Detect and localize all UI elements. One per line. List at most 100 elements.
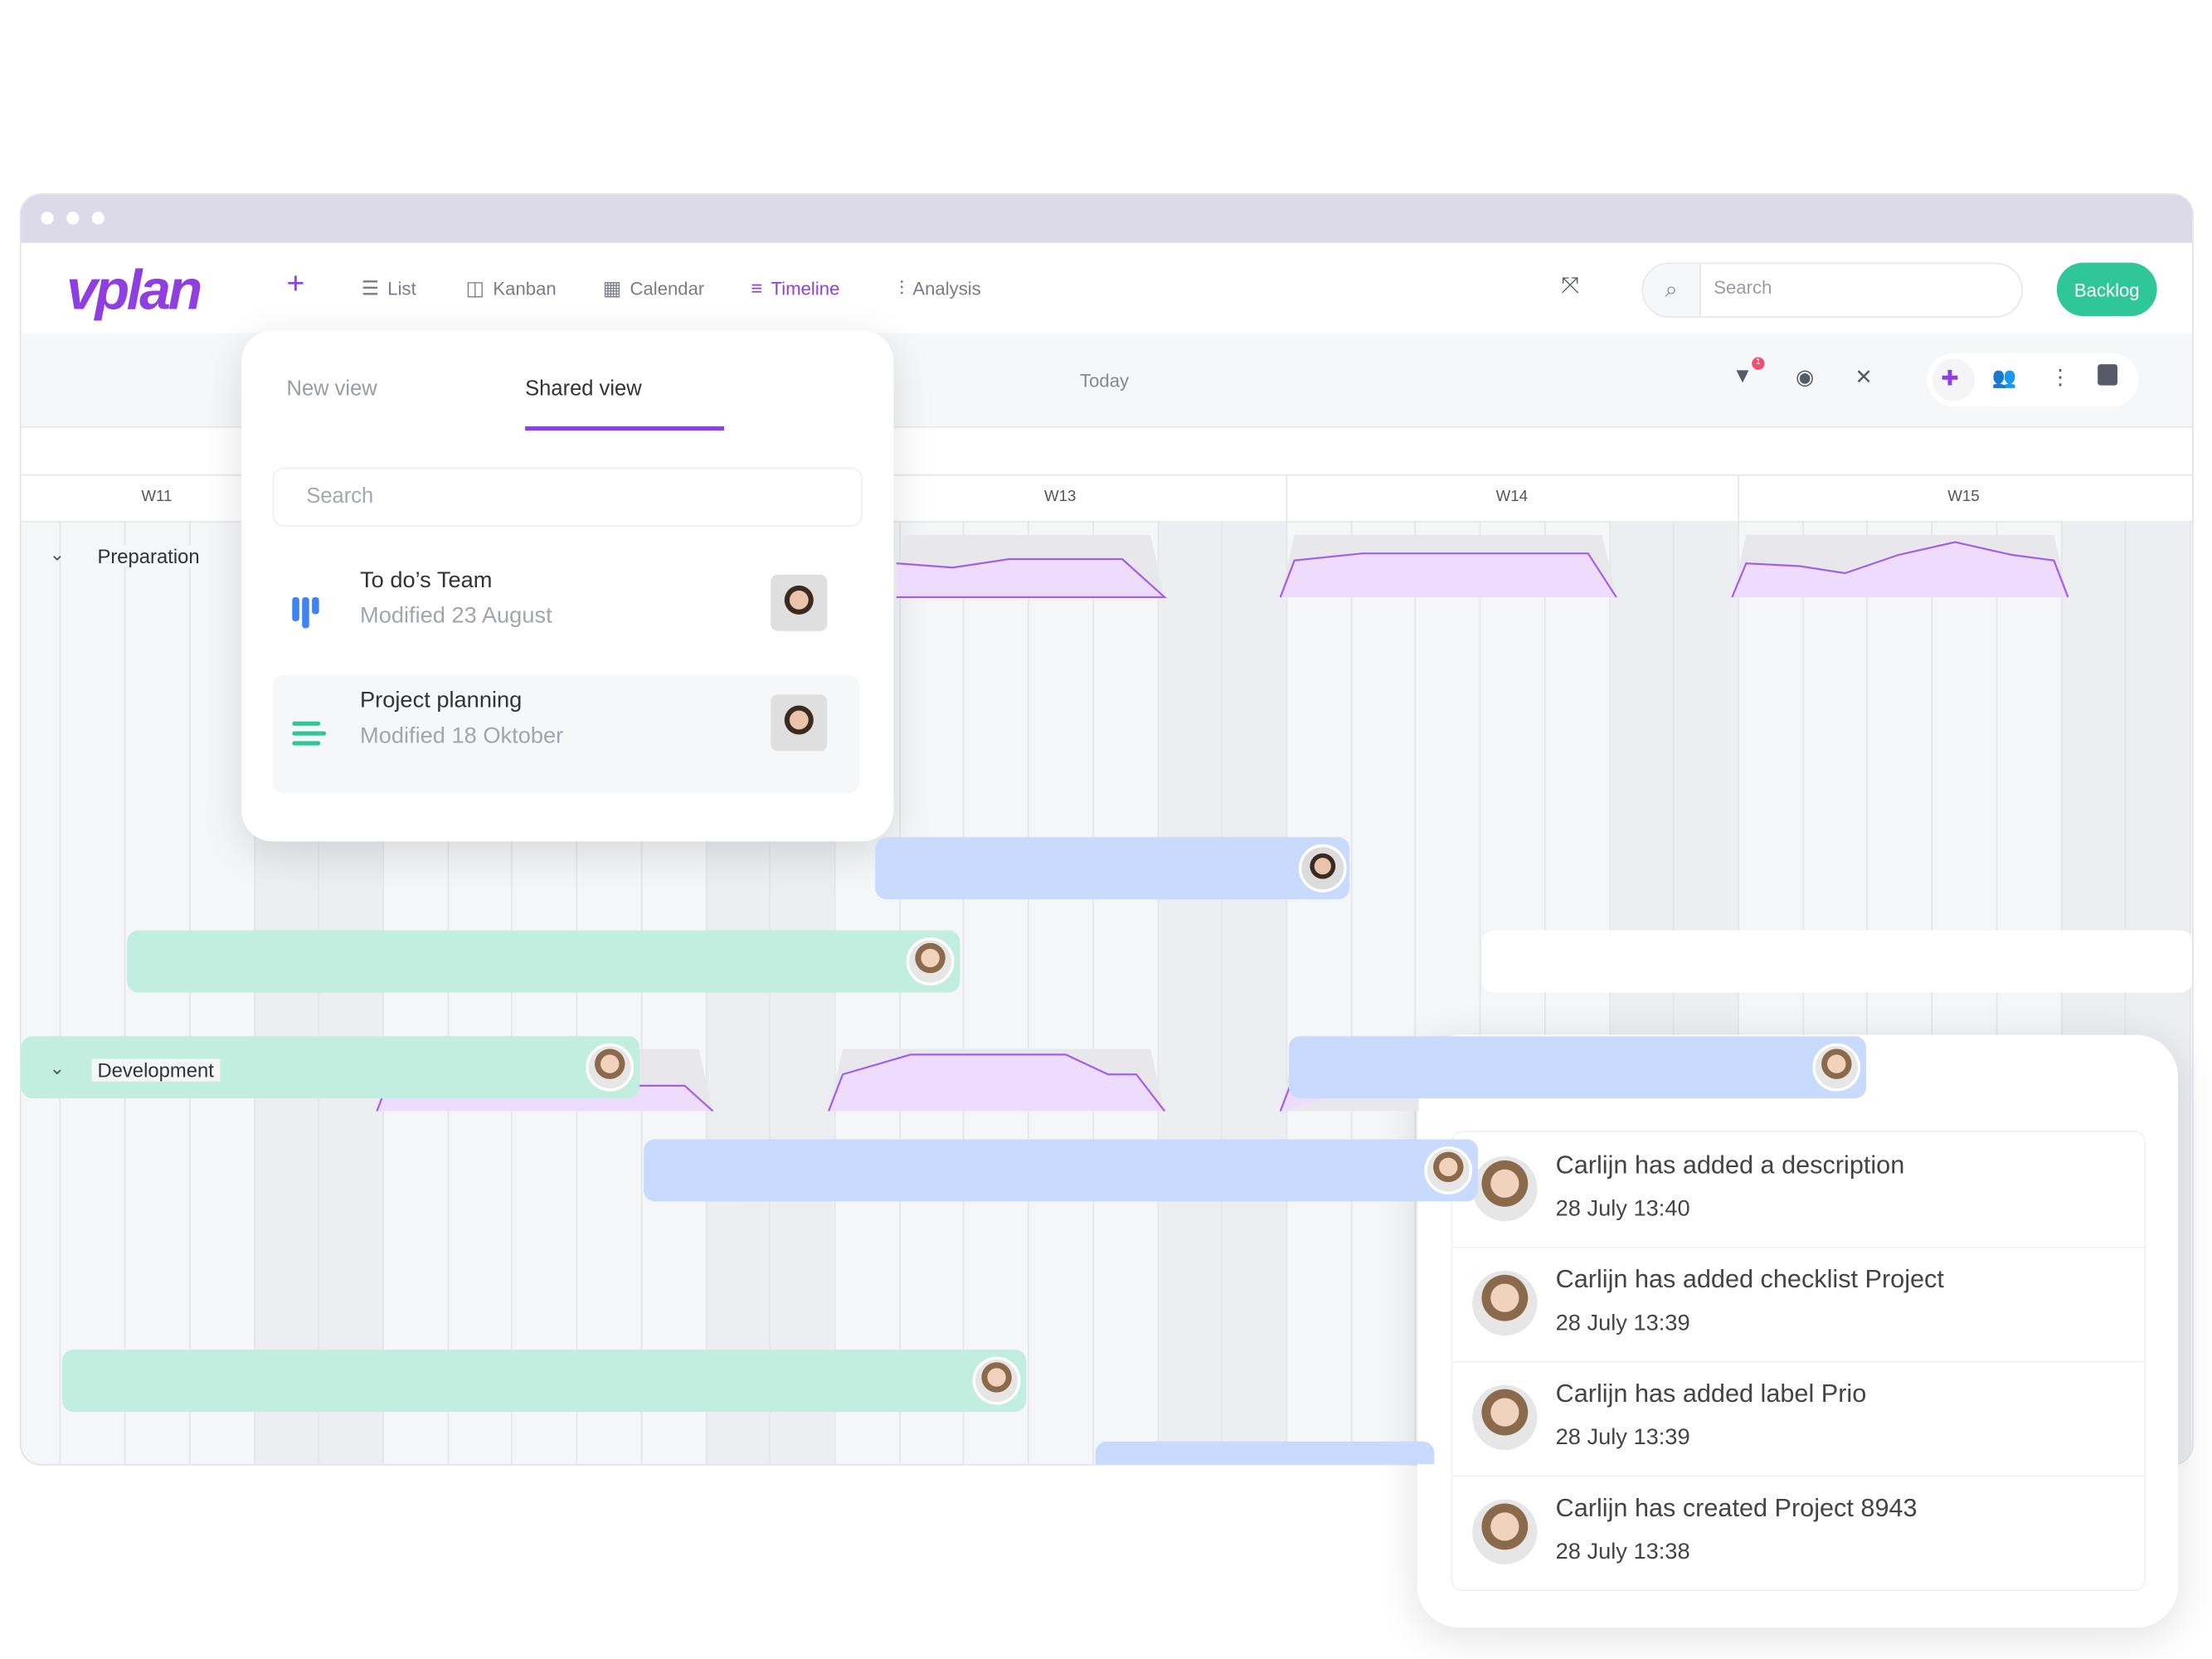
event-item[interactable]: Carlijn has added a description 28 July 1… [1452, 1132, 2145, 1248]
group-row-preparation: ⌄ Preparation [22, 521, 360, 595]
nav-label: Timeline [771, 277, 840, 299]
day-gridline [1286, 521, 1288, 1464]
avatar [1298, 844, 1347, 893]
chevron-down-icon[interactable]: ⌄ [50, 1058, 66, 1080]
popup-search-input[interactable] [303, 483, 846, 510]
nav-list[interactable]: ☰ List [362, 277, 416, 301]
view-item[interactable]: To do’s Team Modified 23 August [272, 555, 859, 674]
avatar [972, 1356, 1021, 1405]
events-panel: Events Carlijn has added a description28… [1417, 1034, 2179, 1628]
nav-timeline[interactable]: ≡ Timeline [751, 277, 839, 299]
group-label[interactable]: Development [91, 1058, 220, 1082]
nav-analysis[interactable]: ⫶ Analysis [899, 277, 981, 301]
week-label: W15 [1947, 488, 1980, 506]
day-gridline [60, 521, 61, 1464]
nav-label: Kanban [493, 278, 557, 299]
event-item[interactable]: Carlijn has added checklist Project 28 Ju… [1452, 1247, 2145, 1363]
task-bar[interactable] [127, 930, 960, 993]
task-bar[interactable] [1288, 1036, 1867, 1099]
day-gridline [1092, 521, 1094, 1464]
nav-kanban[interactable]: ◫ Kanban [466, 277, 557, 301]
active-tab-indicator [525, 426, 725, 431]
more-vertical-icon[interactable]: ⋮ [2049, 364, 2071, 390]
view-modified: Modified 23 August [360, 604, 552, 629]
task-bar[interactable] [1482, 930, 2193, 993]
nav-label: List [387, 278, 416, 299]
logo: vplan [66, 260, 202, 323]
event-item[interactable]: Carlijn has created Project 8943 28 July … [1452, 1476, 2144, 1590]
tab-shared-view[interactable]: Shared view [525, 377, 641, 401]
task-bar[interactable] [1095, 1441, 1435, 1464]
view-item[interactable]: Project planning Modified 18 Oktober [272, 674, 860, 794]
task-bar[interactable] [644, 1139, 1478, 1202]
event-time: 28 July 13:39 [1555, 1426, 1690, 1450]
eye-icon[interactable]: ◉ [1796, 364, 1814, 390]
event-time: 28 July 13:39 [1555, 1311, 1690, 1336]
team-settings-icon[interactable]: 👥 [1992, 366, 2017, 390]
week-label: W14 [1495, 488, 1529, 506]
day-gridline [1028, 521, 1029, 1464]
day-gridline [124, 521, 126, 1464]
avatar [906, 937, 955, 985]
tab-new-view[interactable]: New view [287, 377, 377, 401]
window-dot[interactable] [91, 212, 105, 225]
top-bar: vplan + ☰ List ◫ Kanban ▦ Calendar ≡ Timelin… [21, 242, 2193, 333]
chevron-down-icon[interactable]: ⌄ [50, 543, 66, 566]
today-button[interactable]: Today [1080, 370, 1129, 392]
task-bar[interactable] [875, 837, 1350, 900]
avatar [1812, 1043, 1861, 1092]
fullscreen-icon[interactable]: ⤧ [1561, 274, 1579, 299]
nav-calendar[interactable]: ▦ Calendar [603, 277, 705, 301]
events-list: Carlijn has added a description 28 July 1… [1451, 1131, 2146, 1592]
task-bar[interactable] [61, 1350, 1027, 1412]
event-item[interactable]: Carlijn has added label Prio 28 July 13:3… [1452, 1361, 2145, 1477]
view-modified: Modified 18 Oktober [360, 724, 564, 749]
tools-icon[interactable]: ✕ [1855, 364, 1872, 390]
view-title: Project planning [360, 688, 523, 713]
popup-caret [282, 313, 311, 332]
filter-badge: 1 [1752, 357, 1765, 370]
avatar [586, 1043, 634, 1092]
day-gridline [1221, 521, 1223, 1464]
search-icon: ⌕ [1643, 264, 1701, 317]
day-gridline [2189, 521, 2191, 1464]
avatar [771, 574, 828, 631]
kanban-icon: ◫ [465, 276, 485, 299]
avatar [1472, 1499, 1538, 1564]
avatar [1472, 1384, 1538, 1450]
day-gridline [1156, 521, 1159, 1464]
week-label: W13 [1043, 488, 1077, 506]
window-dot[interactable] [41, 212, 54, 225]
backlog-button[interactable]: Backlog [2056, 262, 2157, 317]
event-text: Carlijn has created Project 8943 [1555, 1493, 1918, 1522]
puzzle-icon[interactable]: ✚ [1941, 366, 1958, 392]
avatar [1472, 1270, 1538, 1336]
filter-icon[interactable]: ▼ [1732, 364, 1753, 388]
event-text: Carlijn has added a description [1555, 1151, 1905, 1180]
nav-label: Calendar [630, 278, 705, 299]
plus-icon[interactable]: + [287, 265, 305, 302]
day-gridline [1415, 521, 1417, 1464]
list-icon: ☰ [361, 276, 380, 299]
search-box: ⌕ [1641, 262, 2023, 318]
analysis-icon: ⫶ [899, 276, 905, 299]
view-title: To do’s Team [360, 568, 493, 593]
calendar-icon: ▦ [602, 276, 622, 299]
day-gridline [1350, 521, 1353, 1464]
avatar [771, 694, 828, 752]
event-text: Carlijn has added label Prio [1555, 1379, 1867, 1408]
event-time: 28 July 13:40 [1555, 1197, 1690, 1222]
search-input[interactable] [1710, 275, 2000, 299]
view-options: ✚ 👥 ⋮ [1927, 353, 2139, 407]
group-label[interactable]: Preparation [91, 544, 206, 568]
day-gridline [963, 521, 965, 1464]
popup-search [272, 467, 863, 527]
week-label: W11 [141, 488, 173, 506]
archive-icon[interactable] [2098, 364, 2117, 386]
title-bar [21, 194, 2193, 243]
window-dot[interactable] [66, 212, 80, 225]
avatar [1424, 1146, 1473, 1194]
nav-label: Analysis [912, 278, 981, 299]
event-time: 28 July 13:38 [1555, 1540, 1690, 1564]
event-text: Carlijn has added checklist Project [1555, 1264, 1944, 1294]
